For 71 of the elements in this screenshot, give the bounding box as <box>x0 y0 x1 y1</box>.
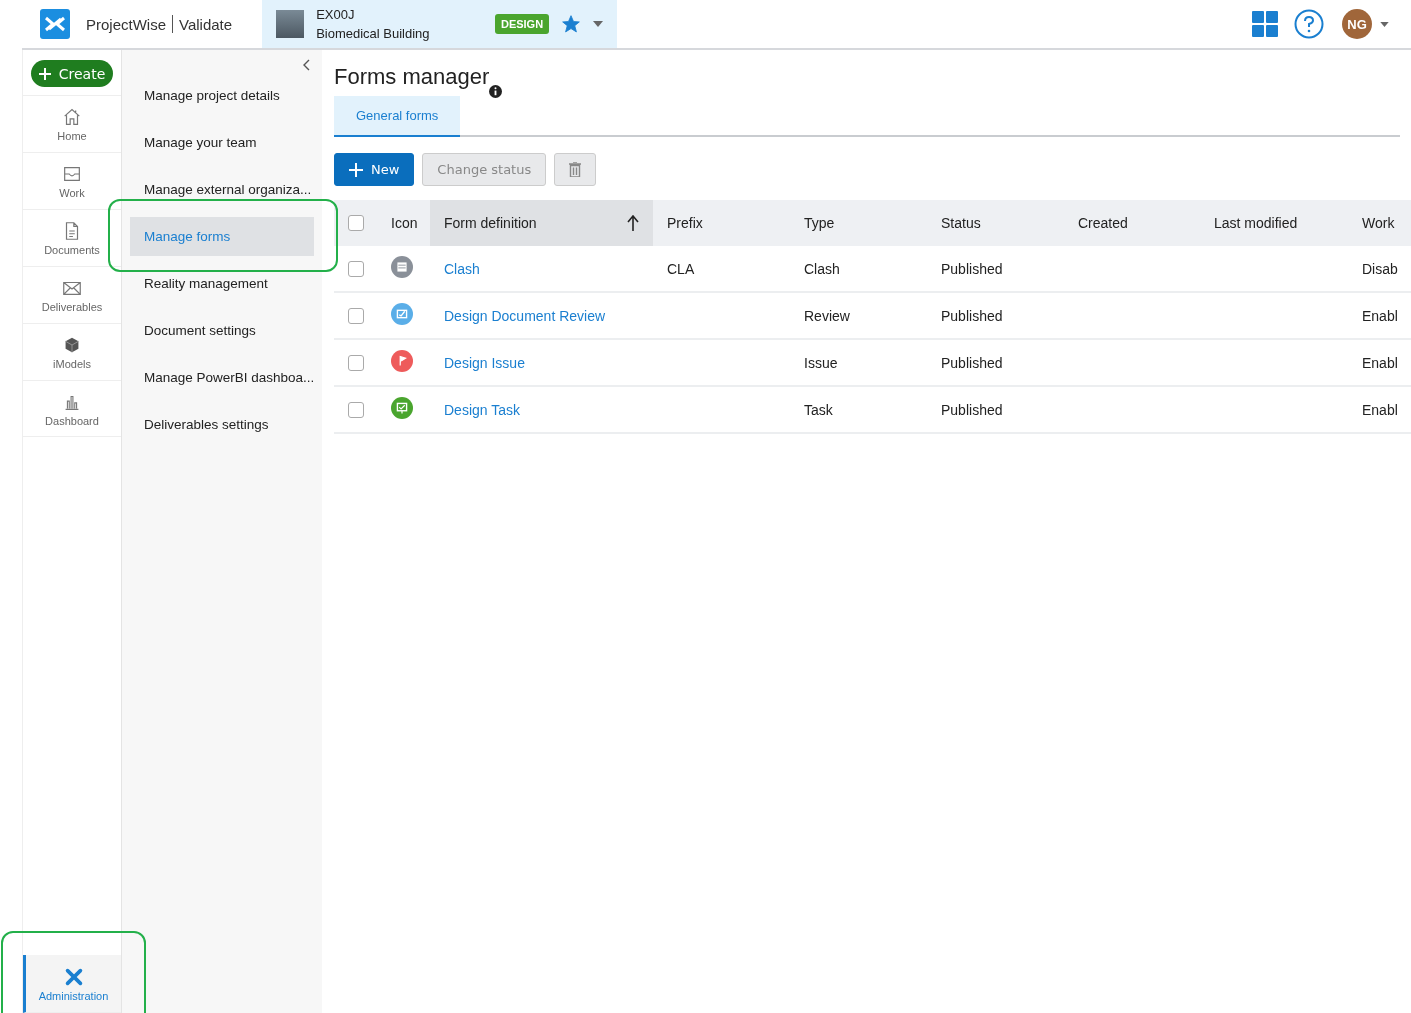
nav-item[interactable]: Home <box>23 95 121 152</box>
nav-item[interactable]: Administration <box>23 955 121 1013</box>
logo-icon <box>40 9 70 39</box>
photo-placeholder <box>276 10 305 38</box>
table-cell: Issue <box>790 339 927 386</box>
project-code: EX00J <box>316 7 356 22</box>
table-cell: Task <box>790 386 927 433</box>
home-icon <box>61 106 83 128</box>
create-button[interactable]: Create <box>31 60 113 87</box>
row-checkbox[interactable] <box>348 260 364 277</box>
table-cell: Published <box>927 292 1064 339</box>
form-link[interactable]: Design Issue <box>444 354 525 371</box>
menu-item[interactable]: Reality management <box>130 264 314 303</box>
column-header[interactable]: Form definition <box>430 200 653 246</box>
product-name: Validate <box>179 15 233 33</box>
row-checkbox[interactable] <box>348 354 364 371</box>
nav-item[interactable]: iModels <box>23 323 121 380</box>
table-cell: Enabl <box>1348 292 1411 339</box>
form-link[interactable]: Design Task <box>444 401 520 418</box>
column-header[interactable]: Prefix <box>653 200 790 246</box>
table-cell: Published <box>927 339 1064 386</box>
new-button[interactable]: New <box>334 153 415 186</box>
star-icon[interactable] <box>561 14 582 34</box>
column-header[interactable]: Type <box>790 200 927 246</box>
menu-item[interactable]: Manage external organiza... <box>130 170 314 209</box>
nav-item[interactable]: Deliverables <box>23 266 121 323</box>
column-header[interactable]: Status <box>927 200 1064 246</box>
info-icon[interactable] <box>489 85 503 98</box>
table-cell: Published <box>927 246 1064 292</box>
table-cell: Published <box>927 386 1064 433</box>
form-link[interactable]: Design Document Review <box>444 307 606 324</box>
status-badge: DESIGN <box>494 14 550 34</box>
user-avatar[interactable]: NG <box>1342 9 1372 39</box>
menu-item[interactable]: Document settings <box>130 311 314 350</box>
plus-icon <box>349 162 363 177</box>
project-name: Biomedical Building <box>316 26 431 41</box>
help-icon[interactable] <box>1294 9 1324 39</box>
column-header[interactable]: Work <box>1348 200 1411 246</box>
caret-icon[interactable] <box>1380 21 1389 27</box>
column-header[interactable]: Last modified <box>1200 200 1348 246</box>
tab[interactable]: General forms <box>334 96 461 137</box>
column-header[interactable]: Icon <box>377 200 430 246</box>
brand-name: ProjectWise <box>86 15 167 33</box>
table-cell: Enabl <box>1348 339 1411 386</box>
column-title: Form definition <box>444 215 537 231</box>
page-title: Forms manager <box>334 64 490 90</box>
menu-item[interactable]: Manage PowerBI dashboa... <box>130 358 314 397</box>
select-all-checkbox[interactable] <box>348 215 364 231</box>
project-selector[interactable]: EX00J Biomedical Building DESIGN <box>262 0 618 48</box>
menu-item[interactable]: Manage project details <box>130 76 314 115</box>
sort-arrow-icon <box>627 215 639 231</box>
nav-item[interactable]: Dashboard <box>23 380 121 437</box>
menu-item[interactable]: Deliverables settings <box>130 405 314 444</box>
table-cell: CLA <box>653 246 790 292</box>
table-cell: Enabl <box>1348 386 1411 433</box>
nav-item[interactable]: Work <box>23 152 121 209</box>
table-cell: Disab <box>1348 246 1411 292</box>
column-header[interactable]: Created <box>1064 200 1200 246</box>
caret-icon[interactable] <box>593 21 604 27</box>
trash-icon <box>569 162 582 177</box>
apps-grid-icon[interactable] <box>1252 11 1278 37</box>
menu-item[interactable]: Manage your team <box>130 123 314 162</box>
plus-icon <box>38 67 51 80</box>
menu-item[interactable]: Manage forms <box>130 217 314 256</box>
row-checkbox[interactable] <box>348 401 364 418</box>
table-cell: Clash <box>790 246 927 292</box>
form-link[interactable]: Clash <box>444 260 480 277</box>
table-cell: Review <box>790 292 927 339</box>
nav-item[interactable]: Documents <box>23 209 121 266</box>
delete-button[interactable] <box>554 153 597 186</box>
row-checkbox[interactable] <box>348 307 364 324</box>
